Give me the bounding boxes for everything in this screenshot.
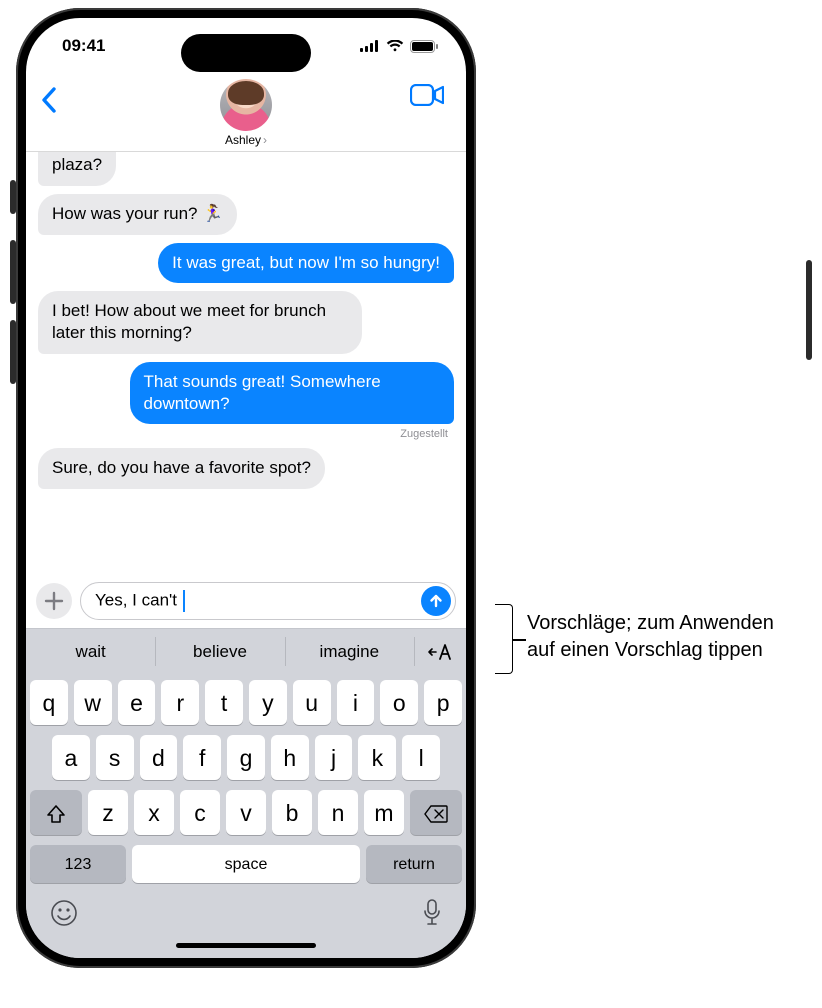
dictation-button[interactable] [422,899,442,927]
key-q[interactable]: q [30,680,68,725]
key-space[interactable]: space [132,845,360,883]
key-l[interactable]: l [402,735,440,780]
message-out[interactable]: It was great, but now I'm so hungry! [158,243,454,284]
key-i[interactable]: i [337,680,375,725]
key-x[interactable]: x [134,790,174,835]
keyboard-row-1: q w e r t y u i o p [30,680,462,725]
key-c[interactable]: c [180,790,220,835]
key-d[interactable]: d [140,735,178,780]
key-t[interactable]: t [205,680,243,725]
cellular-icon [360,40,380,52]
key-s[interactable]: s [96,735,134,780]
chevron-right-icon: › [263,133,267,147]
wifi-icon [386,40,404,52]
keyboard-bottom-row [30,893,462,927]
text-tool-button[interactable] [414,629,466,674]
callout-bracket-icon [495,604,513,674]
home-indicator[interactable] [176,943,316,948]
key-v[interactable]: v [226,790,266,835]
key-z[interactable]: z [88,790,128,835]
status-time: 09:41 [62,36,105,56]
key-m[interactable]: m [364,790,404,835]
microphone-icon [422,899,442,927]
keyboard-row-2: a s d f g h j k l [30,735,462,780]
callout-text: Vorschläge; zum Anwenden auf einen Vorsc… [527,610,805,664]
message-in[interactable]: Sure, do you have a favorite spot? [38,448,325,489]
key-w[interactable]: w [74,680,112,725]
key-a[interactable]: a [52,735,90,780]
key-123[interactable]: 123 [30,845,126,883]
emoji-icon [50,899,78,927]
prediction-3[interactable]: imagine [285,629,414,674]
key-return[interactable]: return [366,845,462,883]
key-u[interactable]: u [293,680,331,725]
message-input[interactable]: Yes, I can't [80,582,456,620]
key-b[interactable]: b [272,790,312,835]
keyboard-row-3: z x c v b n m [30,790,462,835]
key-r[interactable]: r [161,680,199,725]
contact-name-button[interactable]: Ashley › [225,133,267,147]
prediction-1[interactable]: wait [26,629,155,674]
key-y[interactable]: y [249,680,287,725]
text-caret [183,590,185,612]
compose-bar: Yes, I can't [26,578,466,628]
key-f[interactable]: f [183,735,221,780]
dynamic-island [181,34,311,72]
key-shift[interactable] [30,790,82,835]
key-e[interactable]: e [118,680,156,725]
key-k[interactable]: k [358,735,396,780]
emoji-button[interactable] [50,899,78,927]
apps-plus-button[interactable] [36,583,72,619]
shift-icon [46,804,66,824]
message-input-text: Yes, I can't [95,590,421,612]
side-button [806,260,812,360]
back-button[interactable] [40,86,70,116]
key-o[interactable]: o [380,680,418,725]
facetime-button[interactable] [410,84,448,114]
prediction-2[interactable]: believe [155,629,284,674]
key-n[interactable]: n [318,790,358,835]
key-j[interactable]: j [315,735,353,780]
screen: 09:41 Ashley › [26,18,466,958]
annotation-callout: Vorschläge; zum Anwenden auf einen Vorsc… [495,610,805,680]
contact-name-label: Ashley [225,133,261,147]
message-in[interactable]: I bet! How about we meet for brunch late… [38,291,362,354]
backspace-icon [424,805,448,823]
contact-avatar[interactable] [220,79,272,131]
battery-icon [410,40,438,53]
key-g[interactable]: g [227,735,265,780]
key-backspace[interactable] [410,790,462,835]
message-in[interactable]: How was your run? 🏃‍♀️ [38,194,237,235]
message-thread[interactable]: plaza? How was your run? 🏃‍♀️ It was gre… [26,152,466,578]
message-out[interactable]: That sounds great! Somewhere downtown? [130,362,454,425]
conversation-header: Ashley › [26,74,466,152]
send-button[interactable] [421,586,451,616]
key-h[interactable]: h [271,735,309,780]
keyboard: q w e r t y u i o p a s d f g h [26,674,466,958]
iphone-frame: 09:41 Ashley › [16,8,476,968]
predictive-bar: wait believe imagine [26,628,466,674]
key-p[interactable]: p [424,680,462,725]
delivery-status: Zugestellt [400,428,448,440]
keyboard-row-4: 123 space return [30,845,462,883]
message-in[interactable]: plaza? [38,152,116,186]
